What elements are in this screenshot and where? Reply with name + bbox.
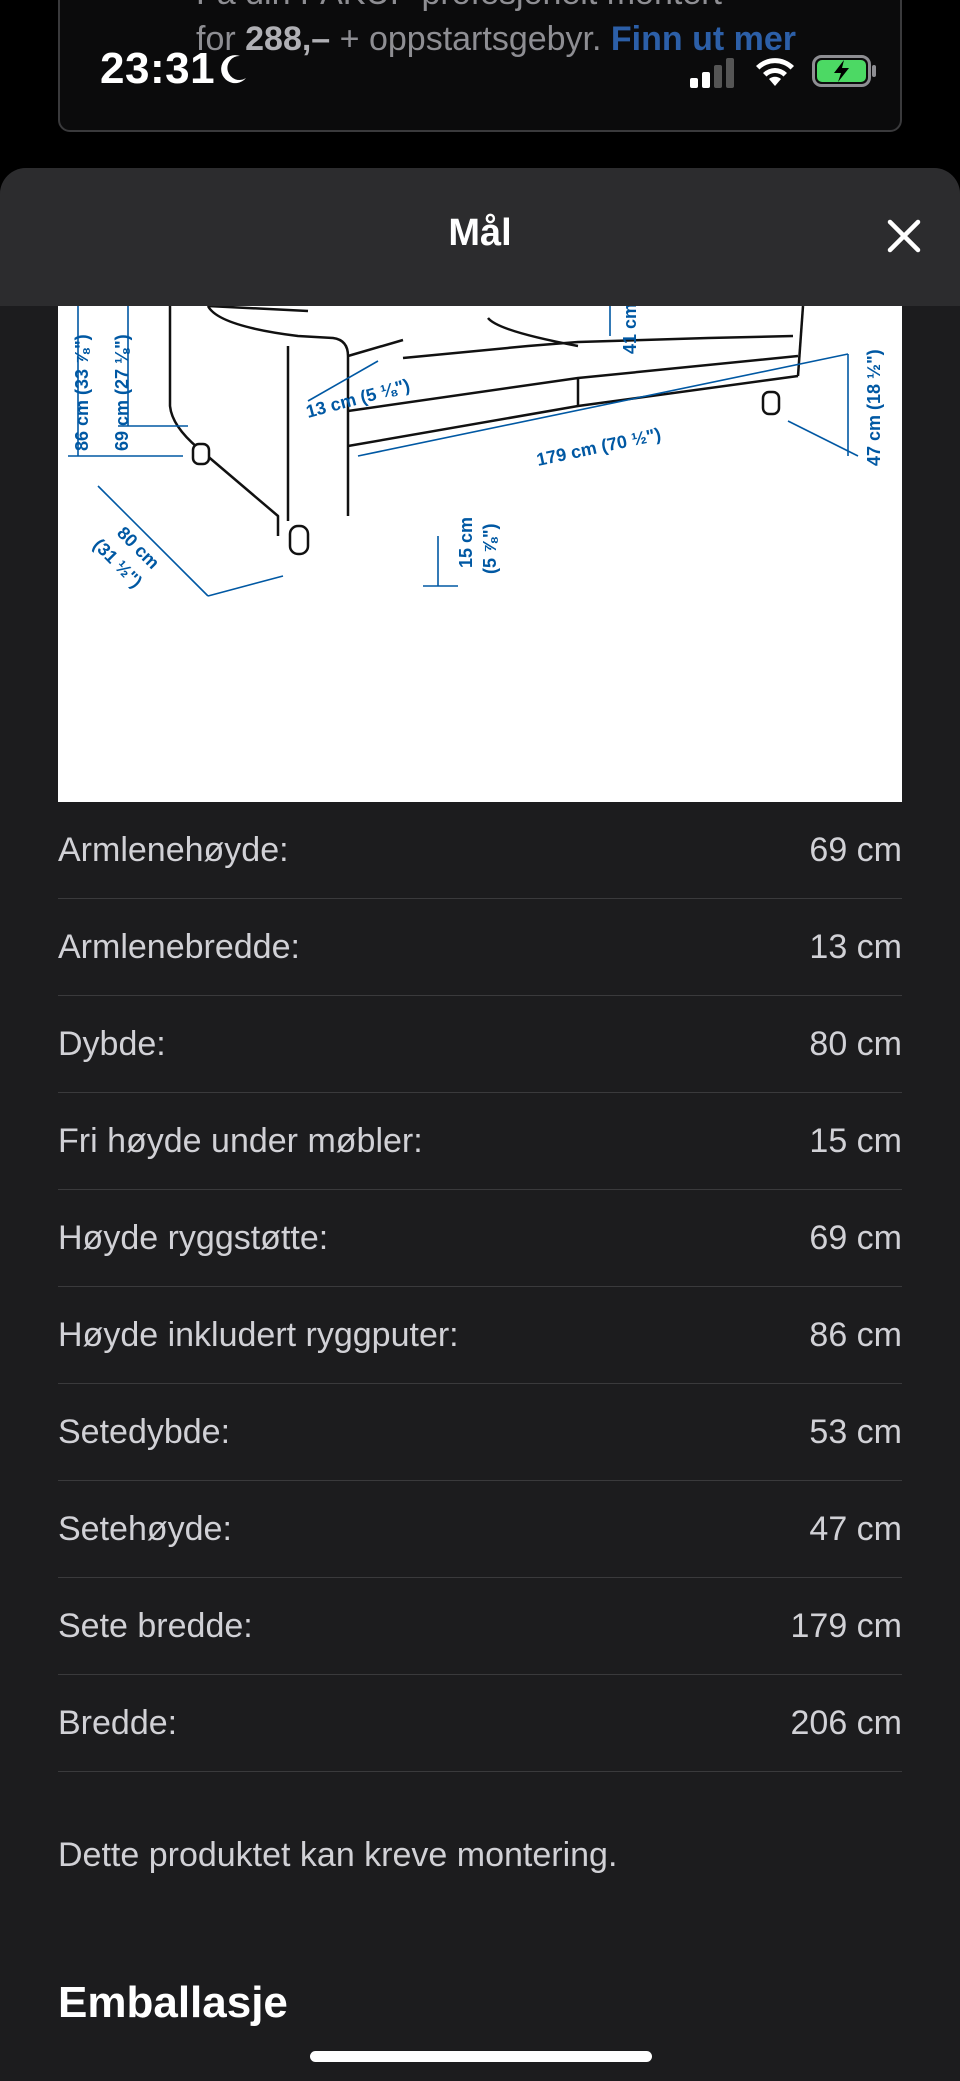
spec-value: 179 cm xyxy=(790,1606,903,1645)
spec-value: 15 cm xyxy=(809,1121,902,1160)
moon-icon xyxy=(221,55,246,84)
spec-row-depth: Dybde: 80 cm xyxy=(58,996,902,1093)
spec-row-clearance: Fri høyde under møbler: 15 cm xyxy=(58,1093,902,1190)
spec-value: 69 cm xyxy=(809,1218,902,1257)
spec-label: Bredde: xyxy=(58,1703,178,1742)
spec-value: 206 cm xyxy=(790,1703,903,1742)
spec-value: 80 cm xyxy=(809,1024,902,1063)
diagram-label-clearance-cm: 15 cm xyxy=(456,517,476,568)
assembly-note: Dette produktet kan kreve montering. xyxy=(58,1836,618,1874)
spec-label: Armlenehøyde: xyxy=(58,830,289,869)
spec-row-width: Bredde: 206 cm xyxy=(58,1675,902,1772)
spec-value: 86 cm xyxy=(809,1315,902,1354)
battery-charging-icon xyxy=(812,55,876,87)
spec-row-seat-width: Sete bredde: 179 cm xyxy=(58,1578,902,1675)
dimensions-diagram: 86 cm (33 ⅞") 69 cm (27 ⅛") 13 cm (5 ⅛")… xyxy=(58,306,902,802)
diagram-label-arm-width: 13 cm (5 ⅛") xyxy=(304,375,412,422)
diagram-label-height-arm: 69 cm (27 ⅛") xyxy=(112,334,132,451)
spec-label: Fri høyde under møbler: xyxy=(58,1121,423,1160)
spec-label: Dybde: xyxy=(58,1024,166,1063)
spec-list: Armlenehøyde: 69 cm Armlenebredde: 13 cm… xyxy=(58,802,902,1772)
close-icon xyxy=(887,219,921,253)
status-bar: 23:31 xyxy=(0,0,960,140)
sheet-title: Mål xyxy=(448,212,512,254)
packaging-section-title[interactable]: Emballasje xyxy=(58,1978,288,2028)
spec-label: Sete bredde: xyxy=(58,1606,253,1645)
spec-label: Armlenebredde: xyxy=(58,927,300,966)
wifi-icon xyxy=(756,58,794,86)
spec-row-back-height: Høyde ryggstøtte: 69 cm xyxy=(58,1190,902,1287)
spec-value: 47 cm xyxy=(809,1509,902,1548)
spec-row-armrest-width: Armlenebredde: 13 cm xyxy=(58,899,902,996)
diagram-label-seat-height: 47 cm (18 ½") xyxy=(864,349,884,466)
spec-label: Høyde inkludert ryggputer: xyxy=(58,1315,459,1354)
spec-row-armrest-height: Armlenehøyde: 69 cm xyxy=(58,802,902,899)
diagram-label-clearance-in: (5 ⅞") xyxy=(480,523,500,574)
dimensions-sheet: Mål 86 cm (33 ⅞") 69 cm (27 ⅛") 13 cm (5… xyxy=(0,168,960,2081)
sheet-header: Mål xyxy=(0,168,960,306)
diagram-label-seat-width: 179 cm (70 ½") xyxy=(535,424,663,470)
spec-row-seat-height: Setehøyde: 47 cm xyxy=(58,1481,902,1578)
status-time: 23:31 xyxy=(100,44,216,93)
spec-value: 69 cm xyxy=(809,830,902,869)
spec-label: Setehøyde: xyxy=(58,1509,232,1548)
home-indicator[interactable] xyxy=(310,2051,652,2062)
spec-row-seat-depth: Setedybde: 53 cm xyxy=(58,1384,902,1481)
spec-row-height-with-cushions: Høyde inkludert ryggputer: 86 cm xyxy=(58,1287,902,1384)
spec-label: Setedybde: xyxy=(58,1412,231,1451)
spec-value: 53 cm xyxy=(809,1412,902,1451)
spec-value: 13 cm xyxy=(809,927,902,966)
signal-icon xyxy=(690,58,734,88)
spec-label: Høyde ryggstøtte: xyxy=(58,1218,329,1257)
diagram-label-seat-depth: 41 cm xyxy=(620,306,640,354)
diagram-label-height-total: 86 cm (33 ⅞") xyxy=(72,334,92,451)
close-button[interactable] xyxy=(876,208,932,264)
